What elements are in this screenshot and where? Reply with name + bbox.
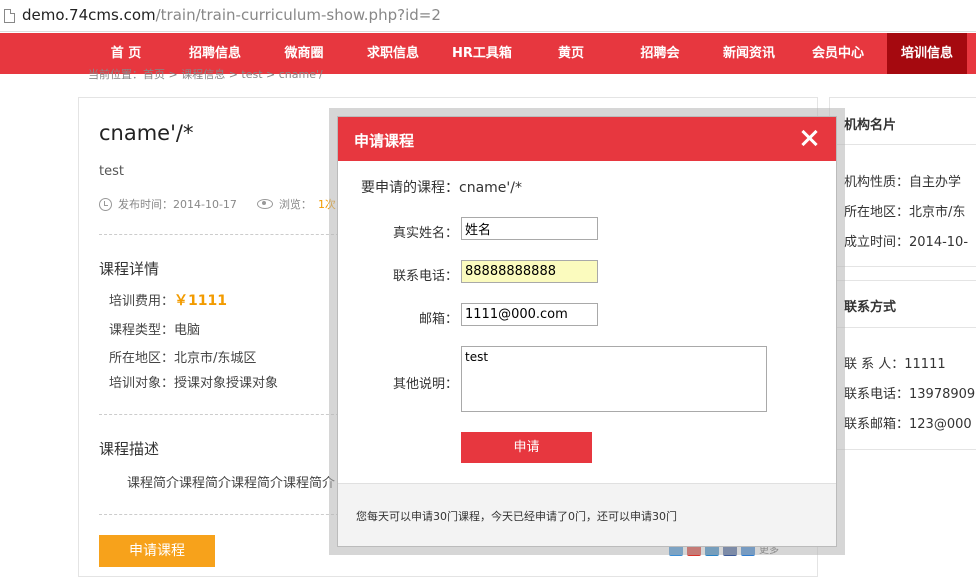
name-field[interactable]	[461, 217, 598, 240]
phone-field[interactable]	[461, 260, 598, 283]
nav-item-yellow-pages[interactable]: 黄页	[540, 33, 602, 74]
course-target: 培训对象：授课对象授课对象	[109, 376, 279, 391]
course-meta: 发布时间：2014-10-17 浏览： 1次	[99, 196, 336, 212]
page-icon	[4, 9, 15, 23]
detail-heading: 课程详情	[99, 260, 160, 278]
nav-item-resumes[interactable]: 求职信息	[355, 33, 431, 74]
org-founded: 成立时间：2014-10-	[844, 235, 969, 250]
course-title: cname'/*	[99, 121, 194, 145]
submit-button[interactable]: 申请	[461, 432, 592, 463]
org-nature: 机构性质：自主办学	[844, 175, 962, 190]
apply-course-button[interactable]: 申请课程	[99, 535, 215, 567]
eye-icon	[256, 199, 273, 209]
course-region: 所在地区：北京市/东城区	[109, 351, 257, 366]
apply-modal: 申请课程 要申请的课程：cname'/* 真实姓名： 联系电话： 邮箱： 其他说…	[337, 116, 837, 547]
address-bar[interactable]: demo.74cms.com/train/train-curriculum-sh…	[0, 0, 976, 32]
name-label: 真实姓名：	[392, 226, 458, 241]
course-description: 课程简介课程简介课程简介课程简介	[127, 476, 336, 491]
contact-person: 联 系 人：11111	[844, 357, 946, 372]
divider	[829, 144, 976, 145]
divider	[99, 514, 339, 515]
nav-item-hr-tools[interactable]: HR工具箱	[440, 33, 524, 74]
views-label: 浏览：	[278, 198, 312, 211]
course-applied-label: 要申请的课程：	[361, 180, 459, 196]
org-region: 所在地区：北京市/东	[844, 205, 966, 220]
modal-footer: 您每天可以申请30门课程，今天已经申请了0门，还可以申请30门	[338, 483, 836, 546]
note-label: 其他说明：	[392, 377, 458, 392]
course-type: 课程类型：电脑	[109, 323, 201, 338]
course-subtitle: test	[99, 164, 124, 179]
note-textarea[interactable]: test	[461, 346, 767, 412]
url-text[interactable]: demo.74cms.com/train/train-curriculum-sh…	[22, 6, 441, 24]
phone-label: 联系电话：	[392, 269, 458, 284]
nav-item-member[interactable]: 会员中心	[799, 33, 877, 74]
breadcrumb: 当前位置：首页 > 课程信息 > test > cname'/	[88, 68, 323, 81]
email-label: 邮箱：	[418, 312, 458, 327]
divider	[829, 327, 976, 328]
course-applied: 要申请的课程：cname'/*	[361, 177, 522, 197]
divider	[99, 234, 339, 235]
clock-icon	[99, 197, 112, 211]
email-field[interactable]	[461, 303, 598, 326]
modal-title: 申请课程	[354, 132, 415, 150]
url-path: /train/train-curriculum-show.php?id=2	[155, 6, 441, 24]
close-icon[interactable]	[800, 128, 820, 148]
contact-email: 联系邮箱：123@000	[844, 417, 972, 432]
contact-heading: 联系方式	[844, 300, 897, 315]
contact-phone: 联系电话：13978909	[844, 387, 976, 402]
nav-item-job-fair[interactable]: 招聘会	[625, 33, 695, 74]
course-applied-value: cname'/*	[459, 180, 522, 196]
fee-value: ￥1111	[174, 293, 227, 309]
modal-header: 申请课程	[338, 117, 836, 161]
fee-line: 培训费用：￥1111	[109, 290, 227, 310]
publish-time: 发布时间：2014-10-17	[118, 198, 237, 211]
url-host: demo.74cms.com	[22, 6, 156, 24]
nav-item-news[interactable]: 新闻资讯	[710, 33, 788, 74]
fee-label: 培训费用：	[109, 294, 175, 309]
org-heading: 机构名片	[844, 118, 897, 133]
divider	[99, 414, 339, 415]
nav-item-training[interactable]: 培训信息	[887, 33, 967, 74]
quota-text: 您每天可以申请30门课程，今天已经申请了0门，还可以申请30门	[356, 510, 677, 523]
desc-heading: 课程描述	[99, 440, 160, 458]
